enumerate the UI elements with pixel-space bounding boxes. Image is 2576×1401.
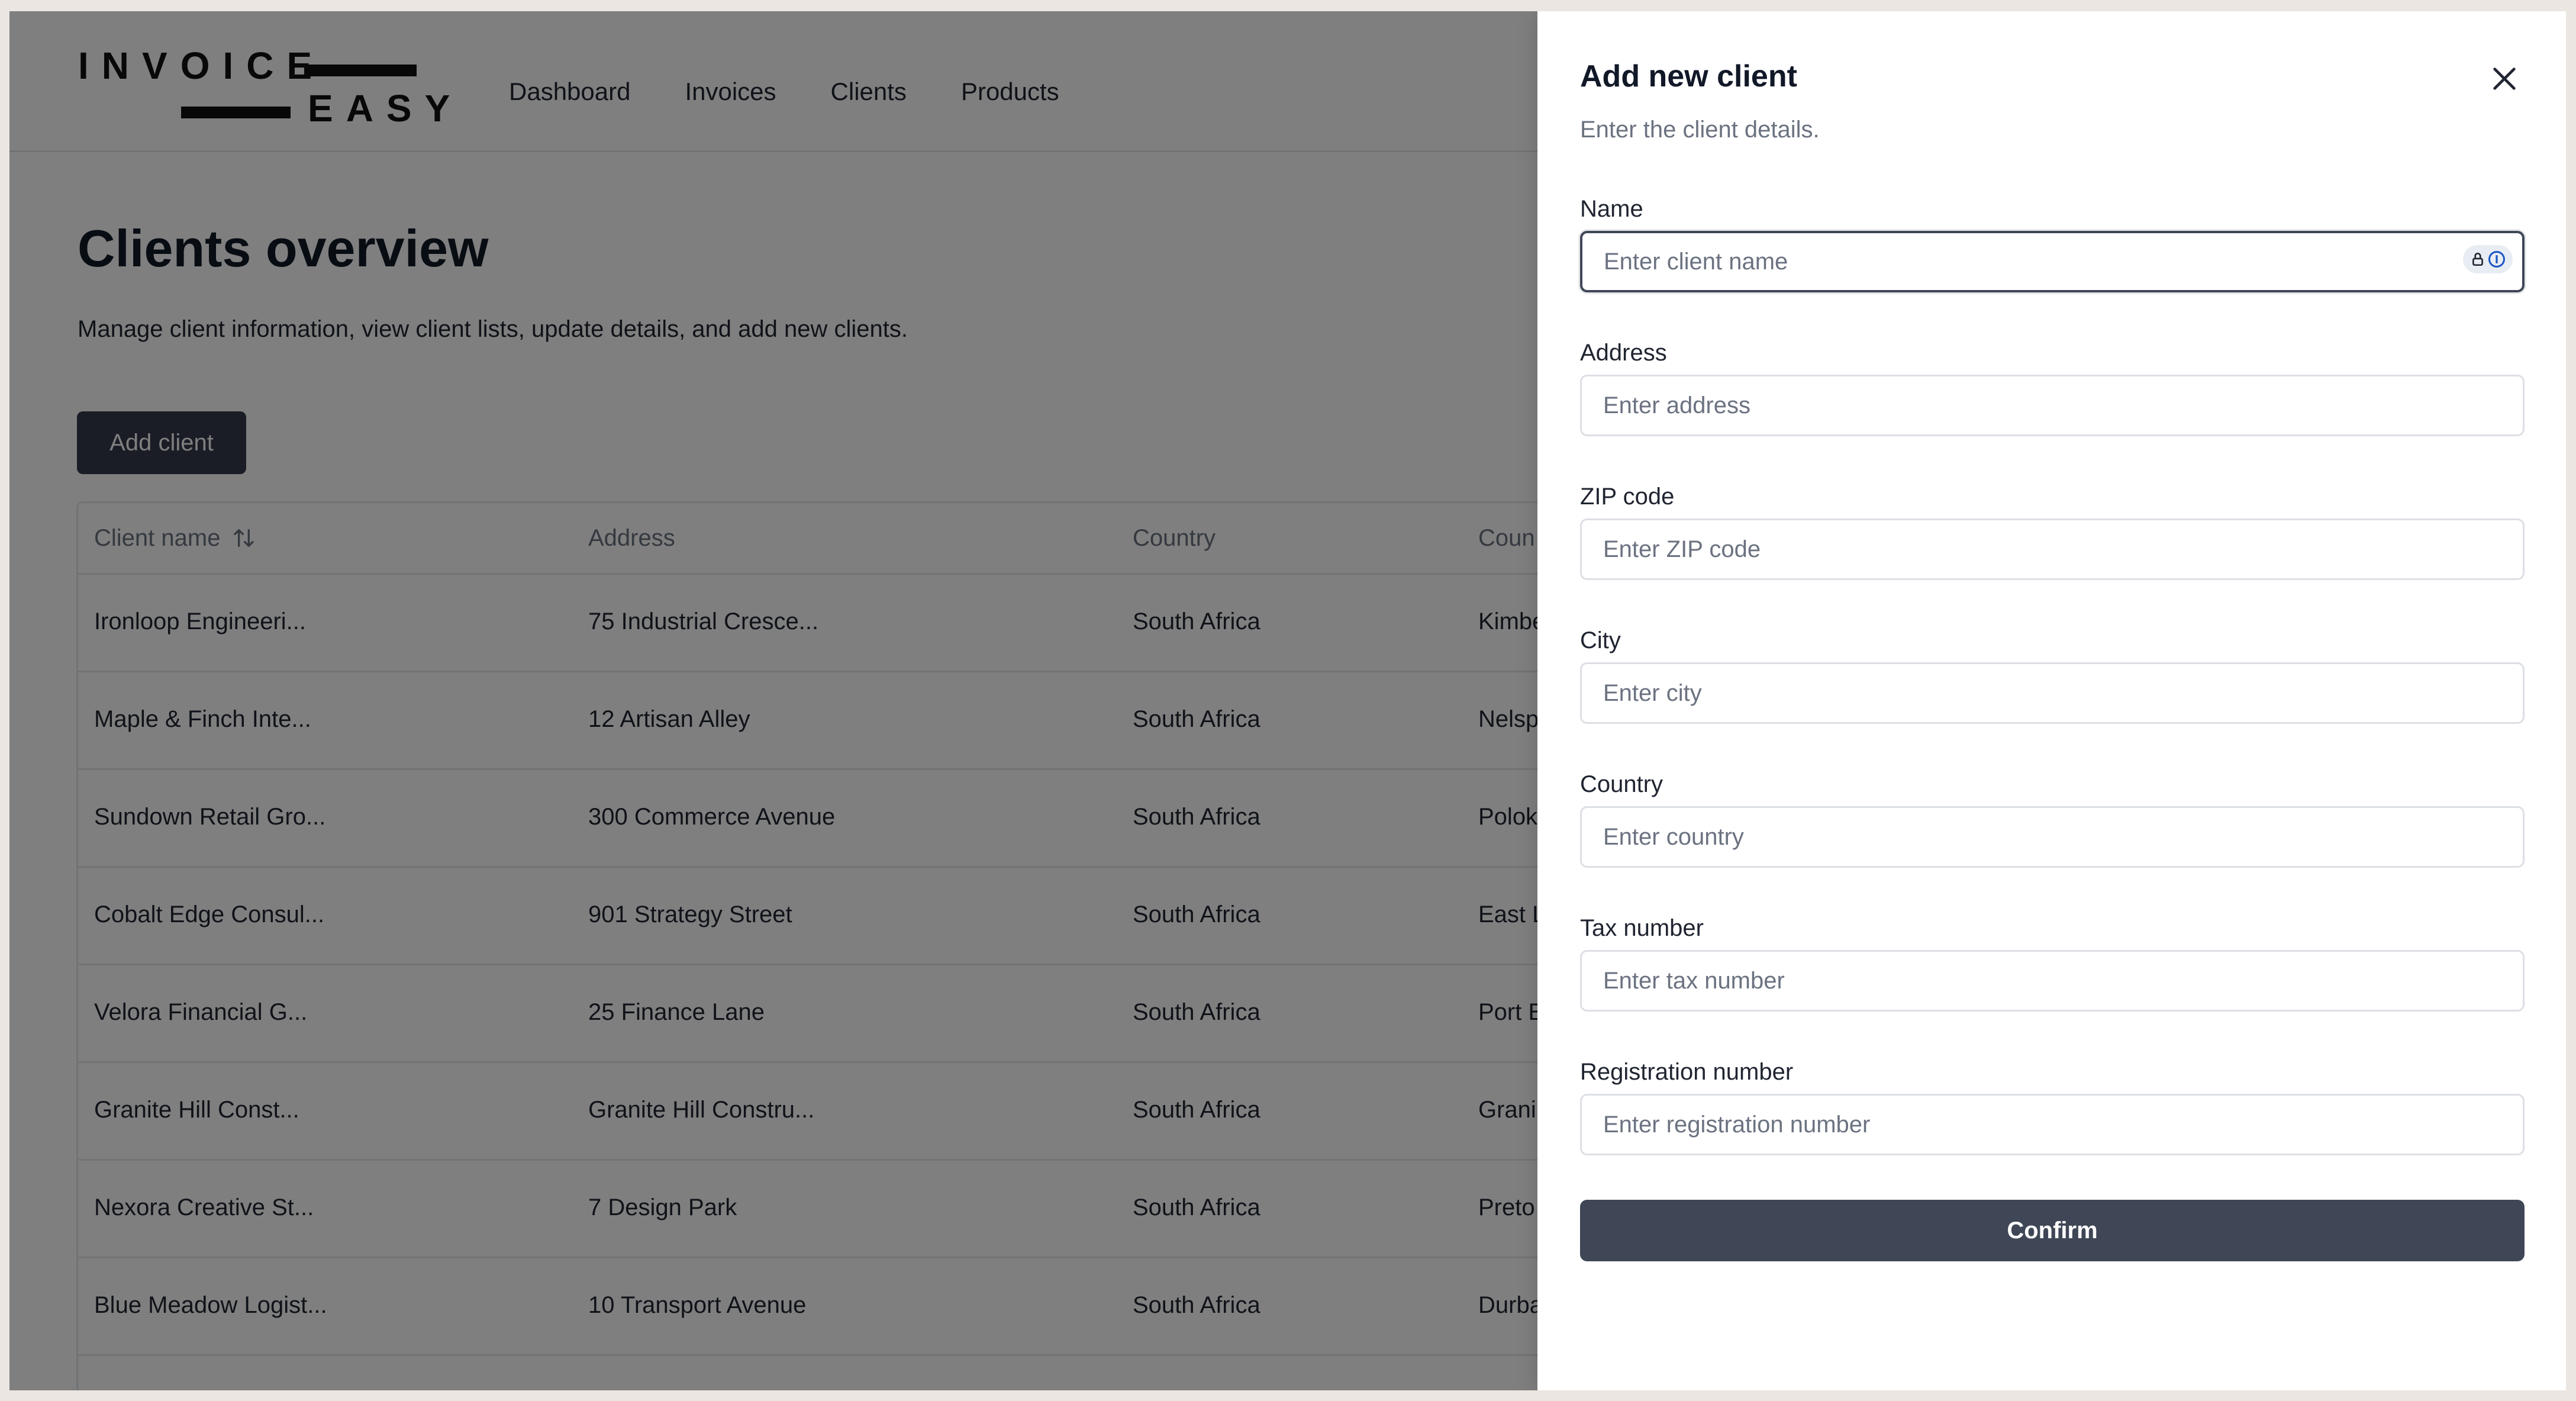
password-manager-icon[interactable] [2463, 245, 2513, 273]
drawer-subtitle: Enter the client details. [1580, 117, 1820, 143]
client-name-input[interactable] [1580, 231, 2525, 292]
address-label: Address [1580, 340, 1667, 366]
registration-number-input[interactable] [1580, 1094, 2525, 1155]
city-label: City [1580, 627, 1621, 653]
close-drawer-button[interactable] [2483, 59, 2526, 101]
zip-code-label: ZIP code [1580, 484, 1675, 510]
tax-number-label: Tax number [1580, 915, 1704, 941]
confirm-button[interactable]: Confirm [1580, 1200, 2525, 1261]
close-icon [2488, 62, 2521, 98]
city-input[interactable] [1580, 662, 2525, 724]
country-input[interactable] [1580, 806, 2525, 868]
country-label: Country [1580, 771, 1663, 797]
add-client-drawer: Add new client Enter the client details.… [1537, 11, 2566, 1390]
address-input[interactable] [1580, 375, 2525, 436]
drawer-title: Add new client [1580, 59, 1797, 94]
registration-number-label: Registration number [1580, 1059, 1794, 1085]
name-label: Name [1580, 196, 1643, 222]
zip-code-input[interactable] [1580, 518, 2525, 580]
app-window: INVOICE EASY Dashboard Invoices Clients … [9, 11, 2566, 1390]
tax-number-input[interactable] [1580, 950, 2525, 1012]
